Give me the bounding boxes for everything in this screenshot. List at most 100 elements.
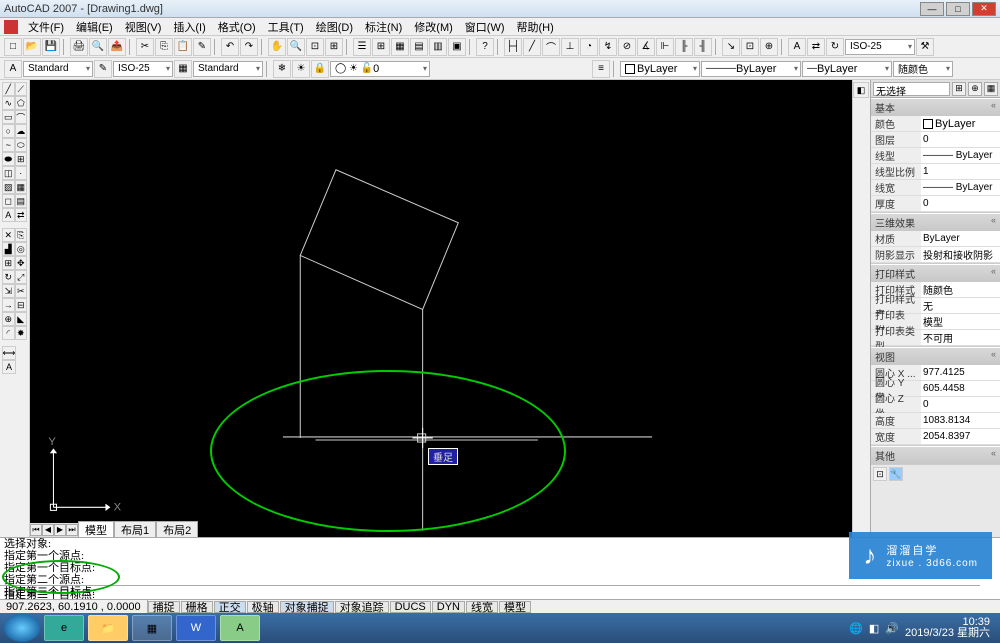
dyn-toggle[interactable]: DYN: [432, 601, 465, 613]
section-other[interactable]: 其他: [871, 446, 1000, 464]
dc-icon[interactable]: ⊞: [372, 38, 390, 56]
print-icon[interactable]: 🖨: [70, 38, 88, 56]
layer-manager-icon[interactable]: ≡: [592, 60, 610, 78]
dim-quick-icon[interactable]: ⊩: [656, 38, 674, 56]
dim-diameter-icon[interactable]: ⊘: [618, 38, 636, 56]
trim-icon[interactable]: ✂: [15, 284, 28, 298]
table-style-combo[interactable]: Standard: [193, 61, 263, 77]
otrack-toggle[interactable]: 对象追踪: [335, 601, 389, 613]
point-icon[interactable]: ·: [15, 166, 28, 180]
tab-first-icon[interactable]: ⏮: [30, 524, 42, 536]
menu-view[interactable]: 视图(V): [119, 18, 168, 36]
hatch-icon[interactable]: ▨: [2, 180, 15, 194]
dim-style-combo[interactable]: ISO-25: [845, 39, 915, 55]
layer-props-icon[interactable]: ❄: [273, 60, 291, 78]
model-toggle[interactable]: 模型: [499, 601, 531, 613]
dim-arc-icon[interactable]: ⌒: [542, 38, 560, 56]
linetype-combo[interactable]: ——— ByLayer: [701, 61, 801, 77]
xline-icon[interactable]: ⟋: [15, 82, 28, 96]
scale-icon[interactable]: ⤢: [15, 270, 28, 284]
ortho-toggle[interactable]: 正交: [214, 601, 246, 613]
menu-tools[interactable]: 工具(T): [262, 18, 310, 36]
coord-display[interactable]: 907.2623, 60.1910 , 0.0000: [0, 600, 148, 613]
lwt-toggle[interactable]: 线宽: [466, 601, 498, 613]
prop-tool2-icon[interactable]: 🔧: [889, 467, 903, 481]
dim-ordinate-icon[interactable]: ⊥: [561, 38, 579, 56]
publish-icon[interactable]: 📤: [108, 38, 126, 56]
erase-icon[interactable]: ✕: [2, 228, 15, 242]
dim-linear-icon[interactable]: ├┤: [504, 38, 522, 56]
pline-icon[interactable]: ∿: [2, 96, 15, 110]
color-combo[interactable]: ByLayer: [620, 61, 700, 77]
explode-icon[interactable]: ✸: [15, 326, 28, 340]
markup-icon[interactable]: ▥: [429, 38, 447, 56]
join-icon[interactable]: ⊕: [2, 312, 15, 326]
selection-combo[interactable]: 无选择: [873, 82, 950, 96]
region-icon[interactable]: ◻: [2, 194, 15, 208]
polar-toggle[interactable]: 极轴: [247, 601, 279, 613]
start-button[interactable]: [4, 614, 40, 642]
insert-icon[interactable]: ⊞: [15, 152, 28, 166]
section-basic[interactable]: 基本: [871, 98, 1000, 116]
cut-icon[interactable]: ✂: [136, 38, 154, 56]
ellipsearc-icon[interactable]: ⬬: [2, 152, 15, 166]
text-a-icon[interactable]: A: [2, 360, 16, 374]
prop-tool1-icon[interactable]: ⊡: [873, 467, 887, 481]
pickadd-icon[interactable]: ⊕: [968, 82, 982, 96]
snap-toggle[interactable]: 捕捉: [148, 601, 180, 613]
preview-icon[interactable]: 🔍: [89, 38, 107, 56]
dim-style-icon[interactable]: ⚒: [916, 38, 934, 56]
dim-tedit-icon[interactable]: ⇄: [807, 38, 825, 56]
text-style-combo[interactable]: Standard: [23, 61, 93, 77]
move-icon[interactable]: ✥: [15, 256, 28, 270]
menu-modify[interactable]: 修改(M): [408, 18, 459, 36]
circle-icon[interactable]: ○: [2, 124, 15, 138]
menu-draw[interactable]: 绘图(D): [310, 18, 359, 36]
table-icon[interactable]: ▤: [15, 194, 28, 208]
menu-file[interactable]: 文件(F): [22, 18, 70, 36]
dim-radius-icon[interactable]: ◔: [580, 38, 598, 56]
ducs-toggle[interactable]: DUCS: [390, 601, 431, 613]
dist-icon[interactable]: ⟷: [2, 346, 16, 360]
rotate-icon[interactable]: ↻: [2, 270, 15, 284]
menu-format[interactable]: 格式(O): [212, 18, 262, 36]
section-3d[interactable]: 三维效果: [871, 213, 1000, 231]
taskbar-acad-icon[interactable]: A: [220, 615, 260, 641]
gradient-icon[interactable]: ▦: [15, 180, 28, 194]
section-view[interactable]: 视图: [871, 347, 1000, 365]
help-icon[interactable]: ?: [476, 38, 494, 56]
taskbar-explorer-icon[interactable]: 📁: [88, 615, 128, 641]
offset-icon[interactable]: ◎: [15, 242, 28, 256]
stretch-icon[interactable]: ⇲: [2, 284, 15, 298]
section-plot[interactable]: 打印样式: [871, 264, 1000, 282]
close-button[interactable]: ✕: [972, 2, 996, 16]
spline-icon[interactable]: ~: [2, 138, 15, 152]
new-icon[interactable]: □: [4, 38, 22, 56]
menu-window[interactable]: 窗口(W): [459, 18, 511, 36]
drawing-canvas[interactable]: X Y 垂足: [30, 80, 852, 537]
tab-prev-icon[interactable]: ◀: [42, 524, 54, 536]
selectobj-icon[interactable]: ▦: [984, 82, 998, 96]
dim-jog-icon[interactable]: ↯: [599, 38, 617, 56]
mtext-icon[interactable]: A: [2, 208, 15, 222]
block-icon[interactable]: ◫: [2, 166, 15, 180]
zoom-prev-icon[interactable]: ⊞: [325, 38, 343, 56]
dim-continue-icon[interactable]: ╢: [694, 38, 712, 56]
tray-net-icon[interactable]: ◧: [869, 622, 879, 635]
undo-icon[interactable]: ↶: [221, 38, 239, 56]
dimstyle-icon[interactable]: ✎: [94, 60, 112, 78]
tab-next-icon[interactable]: ▶: [54, 524, 66, 536]
open-icon[interactable]: 📂: [23, 38, 41, 56]
lineweight-combo[interactable]: — ByLayer: [802, 61, 892, 77]
revcloud-icon[interactable]: ☁: [15, 124, 28, 138]
menu-edit[interactable]: 编辑(E): [70, 18, 119, 36]
grid-toggle[interactable]: 栅格: [181, 601, 213, 613]
sheet-icon[interactable]: ▤: [410, 38, 428, 56]
paste-icon[interactable]: 📋: [174, 38, 192, 56]
layer-freeze-icon[interactable]: ☀: [292, 60, 310, 78]
ellipse-icon[interactable]: ⬭: [15, 138, 28, 152]
menu-insert[interactable]: 插入(I): [167, 18, 211, 36]
dim-leader-icon[interactable]: ↘: [722, 38, 740, 56]
tablestyle-icon[interactable]: ▦: [174, 60, 192, 78]
fillet-icon[interactable]: ◜: [2, 326, 15, 340]
